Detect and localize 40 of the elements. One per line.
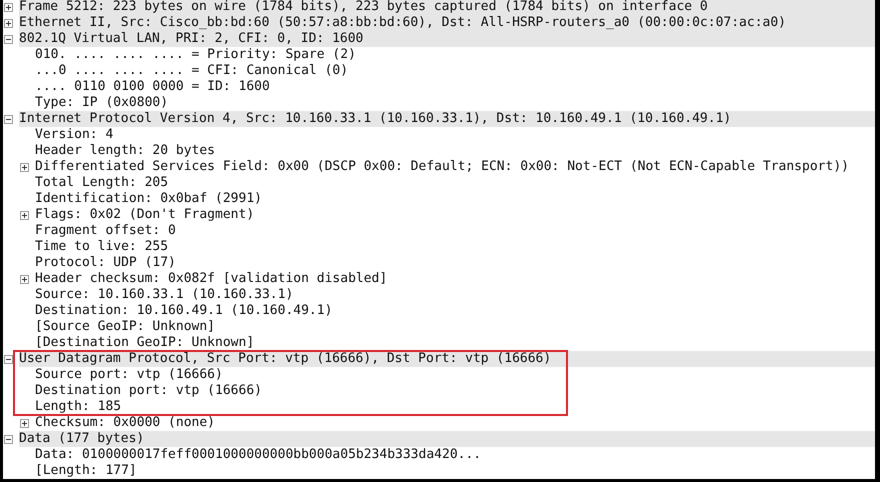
plus-box-icon[interactable]	[20, 162, 29, 172]
tree-row-label[interactable]: Version: 4	[35, 127, 875, 143]
tree-row-label[interactable]: ...0 .... .... .... = CFI: Canonical (0)	[35, 63, 875, 79]
tree-row-label[interactable]: [Length: 177]	[35, 463, 875, 479]
tree-row-label[interactable]: Identification: 0x0baf (2991)	[35, 191, 875, 207]
tree-row-label[interactable]: Ethernet II, Src: Cisco_bb:bd:60 (50:57:a8:bb:bd:60), Dst: All-HSRP-routers_a0 (00:00:0c:07:ac:a0)	[19, 15, 875, 31]
minus-box-icon[interactable]	[4, 34, 13, 44]
tree-row-label[interactable]: Header length: 20 bytes	[35, 143, 875, 159]
plus-box-icon[interactable]	[4, 18, 13, 28]
tree-row-label[interactable]: Frame 5212: 223 bytes on wire (1784 bits), 223 bytes captured (1784 bits) on interface 0	[19, 0, 875, 15]
minus-box-icon[interactable]	[4, 354, 13, 364]
tree-row-label[interactable]: Checksum: 0x0000 (none)	[35, 415, 875, 431]
tree-row-label[interactable]: User Datagram Protocol, Src Port: vtp (16666), Dst Port: vtp (16666)	[19, 351, 875, 367]
tree-row-label[interactable]: Destination port: vtp (16666)	[35, 383, 875, 399]
plus-box-icon[interactable]	[20, 274, 29, 284]
tree-row-label[interactable]: [Source GeoIP: Unknown]	[35, 319, 875, 335]
tree-row-label[interactable]: Time to live: 255	[35, 239, 875, 255]
tree-row-label[interactable]: 802.1Q Virtual LAN, PRI: 2, CFI: 0, ID: 1600	[19, 31, 875, 47]
minus-box-icon[interactable]	[4, 434, 13, 444]
tree-row-label[interactable]: [Destination GeoIP: Unknown]	[35, 335, 875, 351]
tree-row-label[interactable]: Header checksum: 0x082f [validation disabled]	[35, 271, 875, 287]
tree-row-label[interactable]: Fragment offset: 0	[35, 223, 875, 239]
tree-row-label[interactable]: Protocol: UDP (17)	[35, 255, 875, 271]
tree-row-label[interactable]: Internet Protocol Version 4, Src: 10.160.33.1 (10.160.33.1), Dst: 10.160.49.1 (10.160.49.1)	[19, 111, 875, 127]
tree-row-label[interactable]: Destination: 10.160.49.1 (10.160.49.1)	[35, 303, 875, 319]
tree-row-label[interactable]: Flags: 0x02 (Don't Fragment)	[35, 207, 875, 223]
tree-row-label[interactable]: Data: 0100000017feff0001000000000bb000a05b234b333da420...	[35, 447, 875, 463]
tree-row-label[interactable]: Differentiated Services Field: 0x00 (DSCP 0x00: Default; ECN: 0x00: Not-ECT (Not ECN-Capable Transport))	[35, 159, 875, 175]
tree-row-label[interactable]: Source port: vtp (16666)	[35, 367, 875, 383]
tree-row-label[interactable]: .... 0110 0100 0000 = ID: 1600	[35, 79, 875, 95]
tree-row-label[interactable]: Length: 185	[35, 399, 875, 415]
tree-row-label[interactable]: Type: IP (0x0800)	[35, 95, 875, 111]
plus-box-icon[interactable]	[20, 210, 29, 220]
tree-row-label[interactable]: Data (177 bytes)	[19, 431, 875, 447]
tree-row-label[interactable]: Source: 10.160.33.1 (10.160.33.1)	[35, 287, 875, 303]
tree-row-label[interactable]: Total Length: 205	[35, 175, 875, 191]
plus-box-icon[interactable]	[20, 418, 29, 428]
plus-box-icon[interactable]	[4, 2, 13, 12]
minus-box-icon[interactable]	[4, 114, 13, 124]
tree-row-label[interactable]: 010. .... .... .... = Priority: Spare (2)	[35, 47, 875, 63]
